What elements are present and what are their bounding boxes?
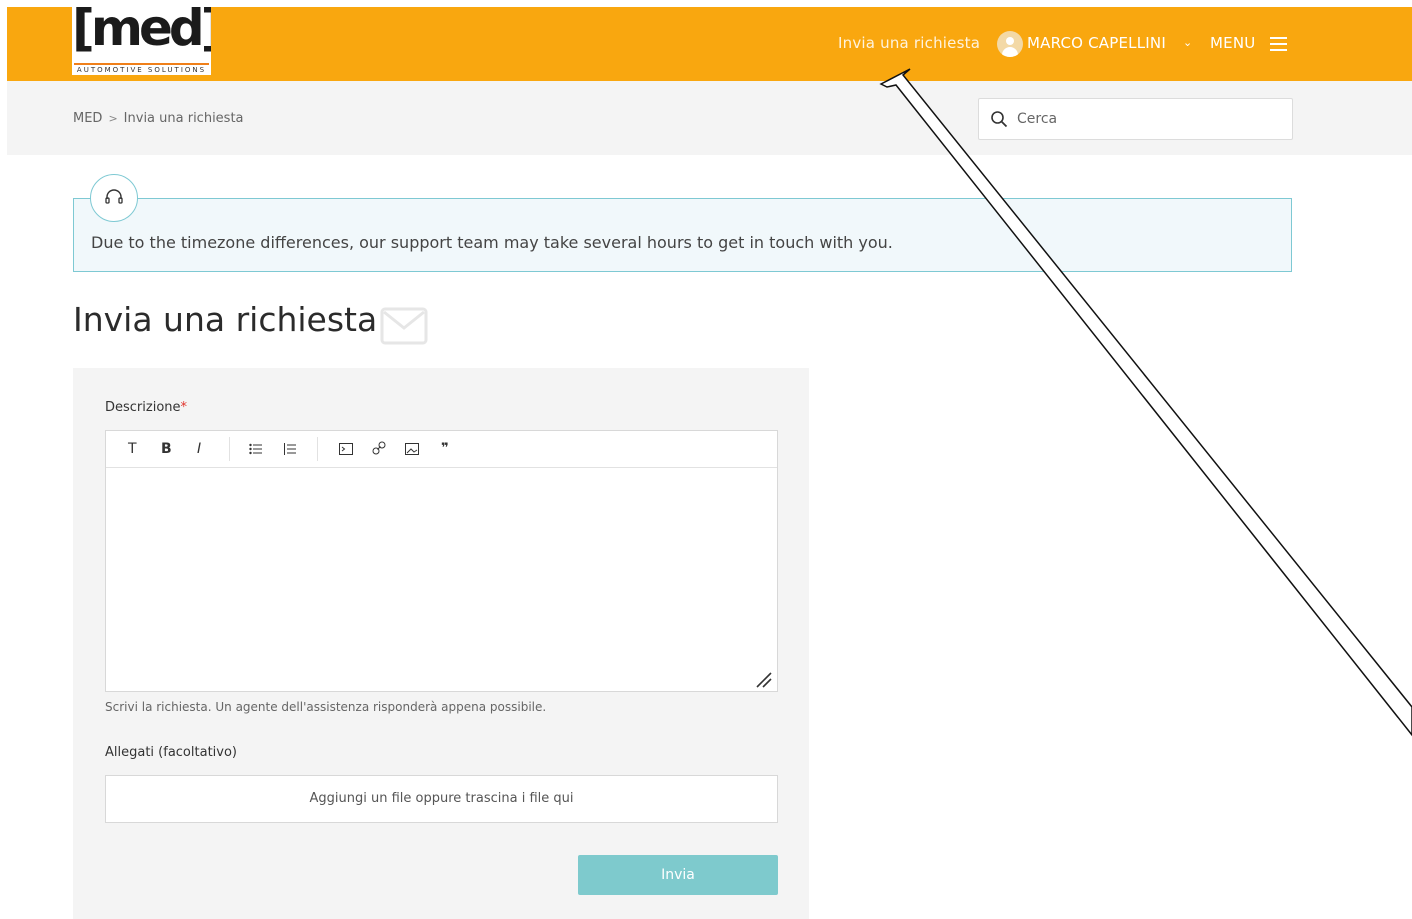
bullet-list-icon[interactable] [249, 443, 262, 455]
attachments-label: Allegati (facoltativo) [105, 745, 237, 760]
description-label-text: Descrizione [105, 400, 181, 415]
envelope-icon [380, 307, 428, 345]
user-avatar-icon[interactable] [997, 31, 1023, 57]
description-editor[interactable]: T B I ❞ [105, 430, 778, 692]
description-help-text: Scrivi la richiesta. Un agente dell'assi… [105, 700, 547, 714]
description-label: Descrizione* [105, 400, 187, 415]
required-marker: * [180, 400, 188, 415]
logo-tagline: AUTOMOTIVE SOLUTIONS [74, 63, 209, 75]
code-icon[interactable] [339, 443, 353, 455]
text-format-button[interactable]: T [128, 441, 137, 457]
toolbar-divider [229, 437, 230, 461]
search-icon [991, 111, 1008, 128]
logo-wordmark: [med] [72, 7, 211, 57]
resize-handle-icon[interactable] [755, 671, 773, 689]
breadcrumb-item-home[interactable]: MED [73, 111, 102, 126]
file-dropzone[interactable]: Aggiungi un file oppure trascina i file … [105, 775, 778, 823]
page-title: Invia una richiesta [73, 300, 378, 339]
bold-button[interactable]: B [161, 441, 172, 457]
user-menu-toggle[interactable]: MARCO CAPELLINI [1027, 34, 1166, 52]
menu-button[interactable]: MENU [1210, 34, 1255, 52]
breadcrumb: MED > Invia una richiesta [73, 111, 244, 126]
logo[interactable]: [med] AUTOMOTIVE SOLUTIONS [72, 7, 211, 75]
breadcrumb-item-current[interactable]: Invia una richiesta [124, 111, 244, 126]
editor-toolbar: T B I ❞ [106, 431, 777, 468]
quote-icon[interactable]: ❞ [441, 441, 449, 456]
image-icon[interactable] [405, 443, 419, 455]
top-navigation-bar [7, 7, 1412, 81]
search-input[interactable] [1015, 105, 1279, 133]
toolbar-divider [317, 437, 318, 461]
submit-button[interactable]: Invia [578, 855, 778, 895]
numbered-list-icon[interactable] [283, 443, 296, 455]
notice-badge [90, 174, 138, 222]
hamburger-menu-icon[interactable] [1270, 37, 1287, 55]
notice-text: Due to the timezone differences, our sup… [91, 233, 893, 252]
link-icon[interactable] [372, 441, 386, 455]
breadcrumb-separator: > [108, 112, 118, 125]
search-box[interactable] [978, 98, 1293, 140]
chevron-down-icon[interactable]: ⌄ [1183, 36, 1192, 49]
headset-icon [105, 189, 123, 204]
nav-link-submit-request[interactable]: Invia una richiesta [838, 34, 980, 52]
italic-button[interactable]: I [197, 441, 201, 457]
